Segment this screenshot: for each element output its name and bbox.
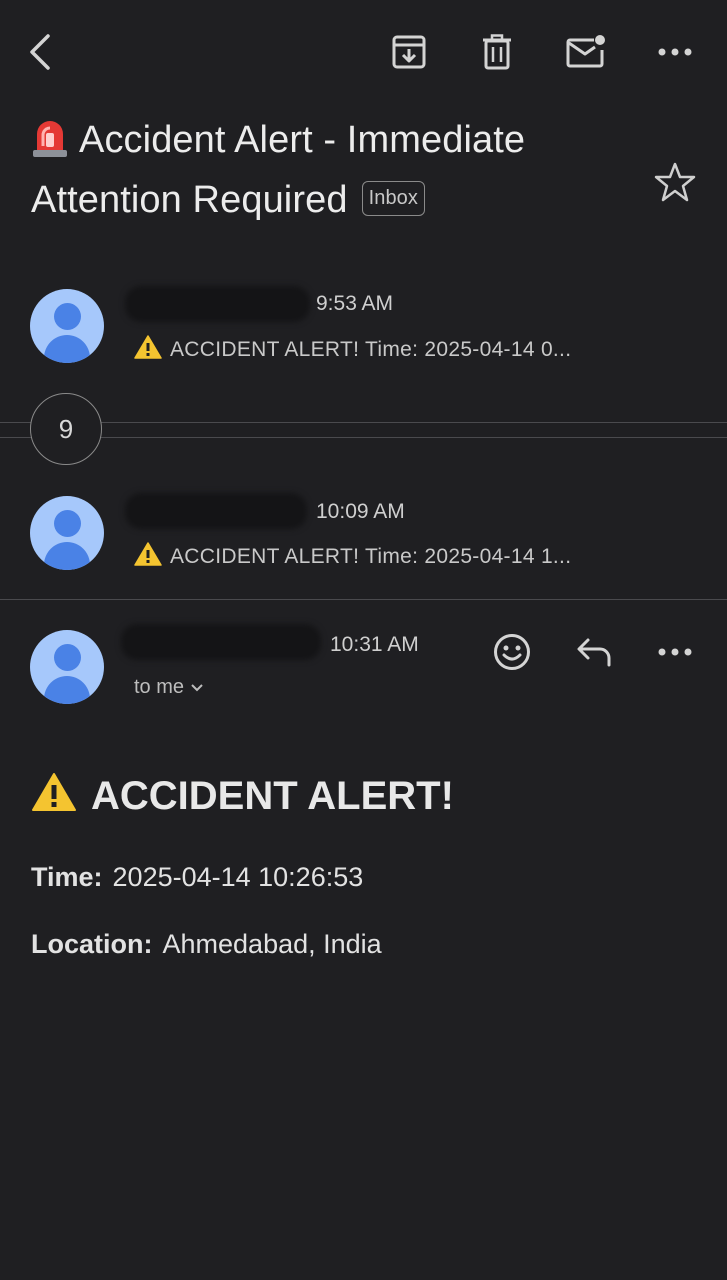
collapsed-messages-count[interactable]: 9 (30, 393, 102, 465)
subject-text: Accident Alert - Immediate Attention Req… (31, 119, 526, 221)
mark-unread-button[interactable] (562, 28, 610, 76)
message-divider (0, 599, 727, 600)
delete-button[interactable] (473, 28, 521, 76)
reply-icon (577, 638, 611, 667)
avatar (30, 630, 104, 704)
alert-heading: ACCIDENT ALERT! (31, 772, 454, 819)
warning-icon (134, 335, 162, 359)
back-arrow-icon (30, 34, 50, 70)
message-time: 9:53 AM (316, 292, 394, 315)
message-snippet: ACCIDENT ALERT! Time: 2025-04-14 1... (134, 542, 571, 569)
inbox-label-badge[interactable]: Inbox (361, 181, 425, 216)
redacted-sender (125, 493, 307, 529)
archive-icon (392, 35, 426, 69)
time-value: 2025-04-14 10:26:53 (112, 862, 364, 892)
recipient-text: to me (134, 676, 185, 698)
chevron-down-icon (191, 684, 203, 692)
time-field: Time: 2025-04-14 10:26:53 (31, 862, 363, 893)
location-field: Location: Ahmedabad, India (31, 929, 382, 960)
more-horizontal-icon (658, 48, 692, 56)
warning-icon (134, 542, 162, 566)
location-label: Location: (31, 929, 153, 959)
avatar (30, 496, 104, 570)
collapsed-divider (0, 422, 727, 423)
location-value: Ahmedabad, India (162, 929, 382, 959)
back-button[interactable] (17, 28, 65, 76)
redacted-sender (125, 286, 310, 322)
trash-icon (483, 34, 511, 70)
message-snippet: ACCIDENT ALERT! Time: 2025-04-14 0... (134, 335, 571, 362)
add-reaction-button[interactable] (488, 628, 536, 676)
redacted-sender (121, 624, 321, 660)
more-options-button[interactable] (651, 28, 699, 76)
message-time: 10:09 AM (316, 500, 405, 523)
message-time: 10:31 AM (330, 633, 419, 656)
warning-icon (32, 773, 76, 811)
emoji-reaction-icon (494, 634, 530, 670)
avatar (30, 289, 104, 363)
time-label: Time: (31, 862, 103, 892)
message-more-options-button[interactable] (651, 628, 699, 676)
reply-button[interactable] (570, 628, 618, 676)
siren-icon (33, 121, 67, 157)
email-subject: Accident Alert - Immediate Attention Req… (31, 110, 631, 230)
more-horizontal-icon (658, 648, 692, 656)
archive-button[interactable] (385, 28, 433, 76)
recipient-details-toggle[interactable]: to me (134, 676, 204, 699)
collapsed-divider (0, 437, 727, 438)
star-icon[interactable] (654, 161, 696, 203)
mark-unread-icon (566, 35, 605, 68)
